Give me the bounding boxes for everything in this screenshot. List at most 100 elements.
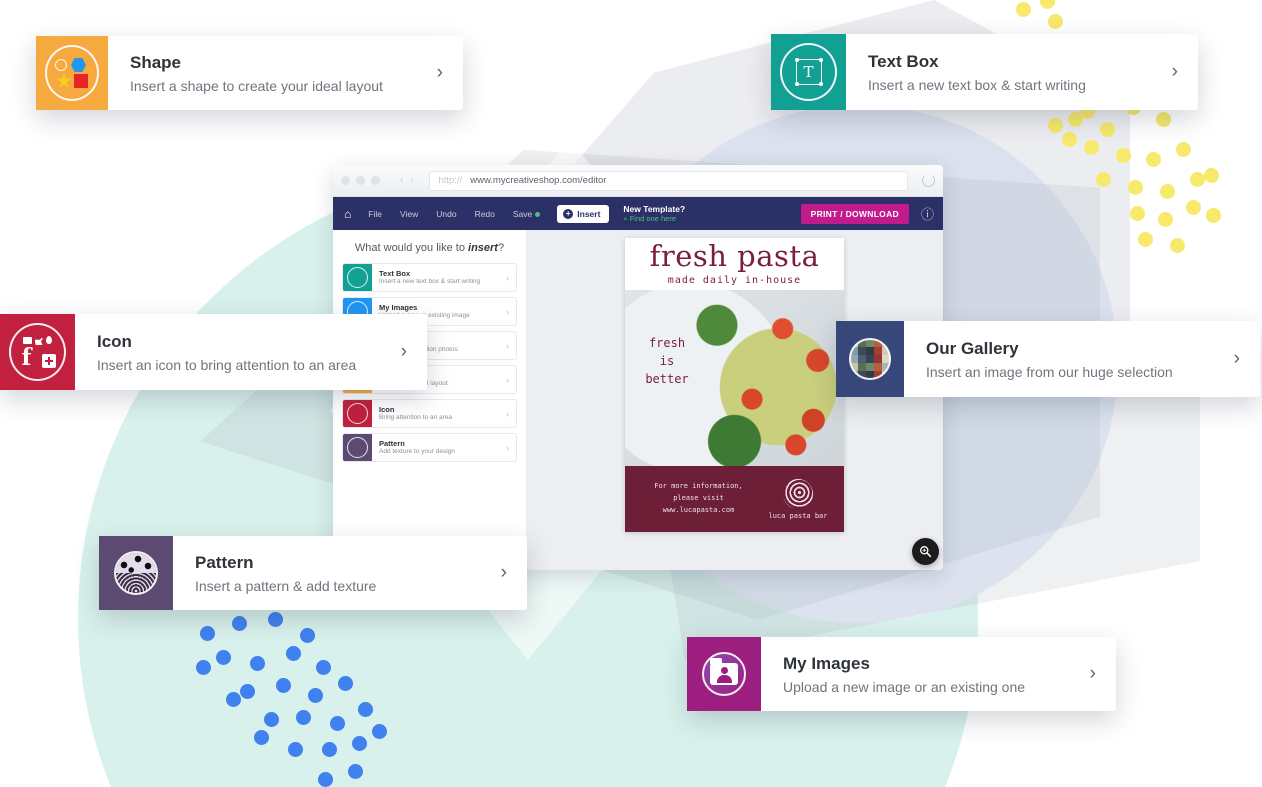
decorative-dot (1130, 206, 1145, 221)
flyer-overlay-text: fresh is better (645, 336, 689, 386)
text-box-icon: T (771, 34, 846, 110)
insert-title-emphasis: insert (468, 242, 498, 254)
card-title: Pattern (195, 553, 254, 573)
traffic-light-red-icon (341, 176, 350, 185)
card-subtitle: Insert an icon to bring attention to an … (97, 356, 357, 373)
decorative-dot (348, 764, 363, 779)
decorative-dot (276, 678, 291, 693)
decorative-dot (200, 626, 215, 641)
spiral-logo-icon (783, 478, 813, 509)
menu-file[interactable]: File (359, 209, 391, 219)
decorative-dot (1048, 14, 1063, 29)
editor-toolbar: ⌂ File View Undo Redo Save + Insert New … (333, 197, 943, 230)
decorative-dot (372, 724, 387, 739)
url-text: www.mycreativeshop.com/editor (470, 175, 607, 186)
decorative-dot (322, 742, 337, 757)
chevron-right-icon[interactable]: › (506, 307, 516, 317)
insert-button[interactable]: + Insert (557, 204, 610, 223)
decorative-dot (1128, 180, 1143, 195)
flyer-photo: fresh is better (625, 290, 844, 466)
chevron-right-icon[interactable]: › (506, 375, 516, 385)
decorative-dot (1084, 140, 1099, 155)
decorative-dot (1096, 172, 1111, 187)
card-texts: Pattern Insert a pattern & add texture (195, 552, 501, 593)
chevron-right-icon[interactable]: › (401, 341, 427, 363)
menu-save[interactable]: Save (504, 209, 549, 219)
chevron-right-icon[interactable]: › (437, 62, 463, 84)
decorative-dot (1204, 168, 1219, 183)
decorative-dot (318, 772, 333, 787)
panel-item-texts: Icon Bring attention to an area (372, 405, 506, 423)
icon-set-icon: f (0, 314, 75, 390)
card-text-box[interactable]: T Text Box Insert a new text box & start… (771, 34, 1198, 110)
decorative-dot (300, 628, 315, 643)
card-texts: Shape Insert a shape to create your idea… (130, 52, 437, 93)
decorative-dot (1176, 142, 1191, 157)
zoom-button[interactable] (912, 538, 939, 565)
decorative-dot (1138, 232, 1153, 247)
chevron-right-icon[interactable]: › (1090, 663, 1116, 685)
traffic-light-yellow-icon (356, 176, 365, 185)
menu-view[interactable]: View (391, 209, 427, 219)
editor-canvas: fresh pasta made daily in-house fresh is b… (526, 230, 943, 570)
reload-icon[interactable] (922, 174, 935, 187)
home-icon[interactable]: ⌂ (342, 207, 359, 221)
insert-panel-item-pattern[interactable]: Pattern Add texture to your design › (342, 433, 517, 462)
badge-ring (849, 338, 891, 380)
decorative-dot (1016, 2, 1031, 17)
decorative-dot (240, 684, 255, 699)
insert-panel-item-text-box[interactable]: Text Box Insert a new text box & start wr… (342, 263, 517, 292)
decorative-dot (358, 702, 373, 717)
panel-item-title: Pattern (379, 438, 405, 448)
chevron-right-icon[interactable]: › (506, 443, 516, 453)
card-title: Icon (97, 332, 132, 352)
card-subtitle: Upload a new image or an existing one (783, 678, 1026, 695)
insert-label: Insert (577, 208, 601, 219)
card-pattern[interactable]: Pattern Insert a pattern & add texture › (99, 536, 527, 610)
panel-item-title: My Images (379, 302, 418, 312)
pin-mini-icon (45, 336, 52, 344)
flyer-subtitle: made daily in-house (667, 275, 802, 286)
new-template-link[interactable]: New Template? ⌕ Find one here (623, 204, 685, 224)
chevron-right-icon[interactable]: › (506, 341, 516, 351)
pattern-icon (99, 536, 173, 610)
card-our-gallery[interactable]: Our Gallery Insert an image from our hug… (836, 321, 1260, 397)
nav-arrows-icon[interactable]: ‹ › (400, 175, 415, 186)
help-icon[interactable]: ⓘ (921, 204, 934, 223)
card-shape[interactable]: Shape Insert a shape to create your idea… (36, 36, 463, 110)
card-my-images[interactable]: My Images Upload a new image or an exist… (687, 637, 1116, 711)
card-icon[interactable]: f Icon Insert an icon to bring attention… (0, 314, 427, 390)
chevron-right-icon[interactable]: › (506, 409, 516, 419)
chevron-right-icon[interactable]: › (501, 562, 527, 584)
plus-icon: + (563, 208, 574, 219)
card-body: Our Gallery Insert an image from our hug… (904, 321, 1260, 397)
find-one-here-link: ⌕ Find one here (623, 214, 676, 224)
url-input[interactable]: http:// www.mycreativeshop.com/editor (429, 170, 908, 191)
decorative-dot (352, 736, 367, 751)
insert-panel-item-icon[interactable]: Icon Bring attention to an area › (342, 399, 517, 428)
decorative-dot (1116, 148, 1131, 163)
badge-ring (702, 652, 746, 696)
decorative-dot (264, 712, 279, 727)
cart-mini-icon (34, 338, 43, 345)
thumb-ring (347, 437, 368, 458)
panel-item-thumb (343, 434, 372, 461)
panel-item-subtitle: Insert a new text box & start writing (379, 278, 481, 286)
decorative-dot (1190, 172, 1205, 187)
chevron-right-icon[interactable]: › (1172, 61, 1198, 83)
menu-undo[interactable]: Undo (427, 209, 465, 219)
decorative-dot (268, 612, 283, 627)
print-download-button[interactable]: PRINT / DOWNLOAD (800, 203, 909, 224)
panel-item-texts: Pattern Add texture to your design (372, 439, 506, 457)
chevron-right-icon[interactable]: › (1234, 348, 1260, 370)
chevron-right-icon[interactable]: › (506, 273, 516, 283)
flyer-design[interactable]: fresh pasta made daily in-house fresh is b… (625, 238, 844, 532)
decorative-dot (1100, 122, 1115, 137)
menu-redo[interactable]: Redo (466, 209, 504, 219)
text-frame-glyph: T (794, 58, 823, 86)
browser-chrome-bar: ‹ › http:// www.mycreativeshop.com/edito… (333, 165, 943, 197)
decorative-dot (1160, 184, 1175, 199)
shapes-glyph (55, 56, 89, 90)
decorative-dot (196, 660, 211, 675)
card-texts: Text Box Insert a new text box & start w… (868, 51, 1172, 92)
